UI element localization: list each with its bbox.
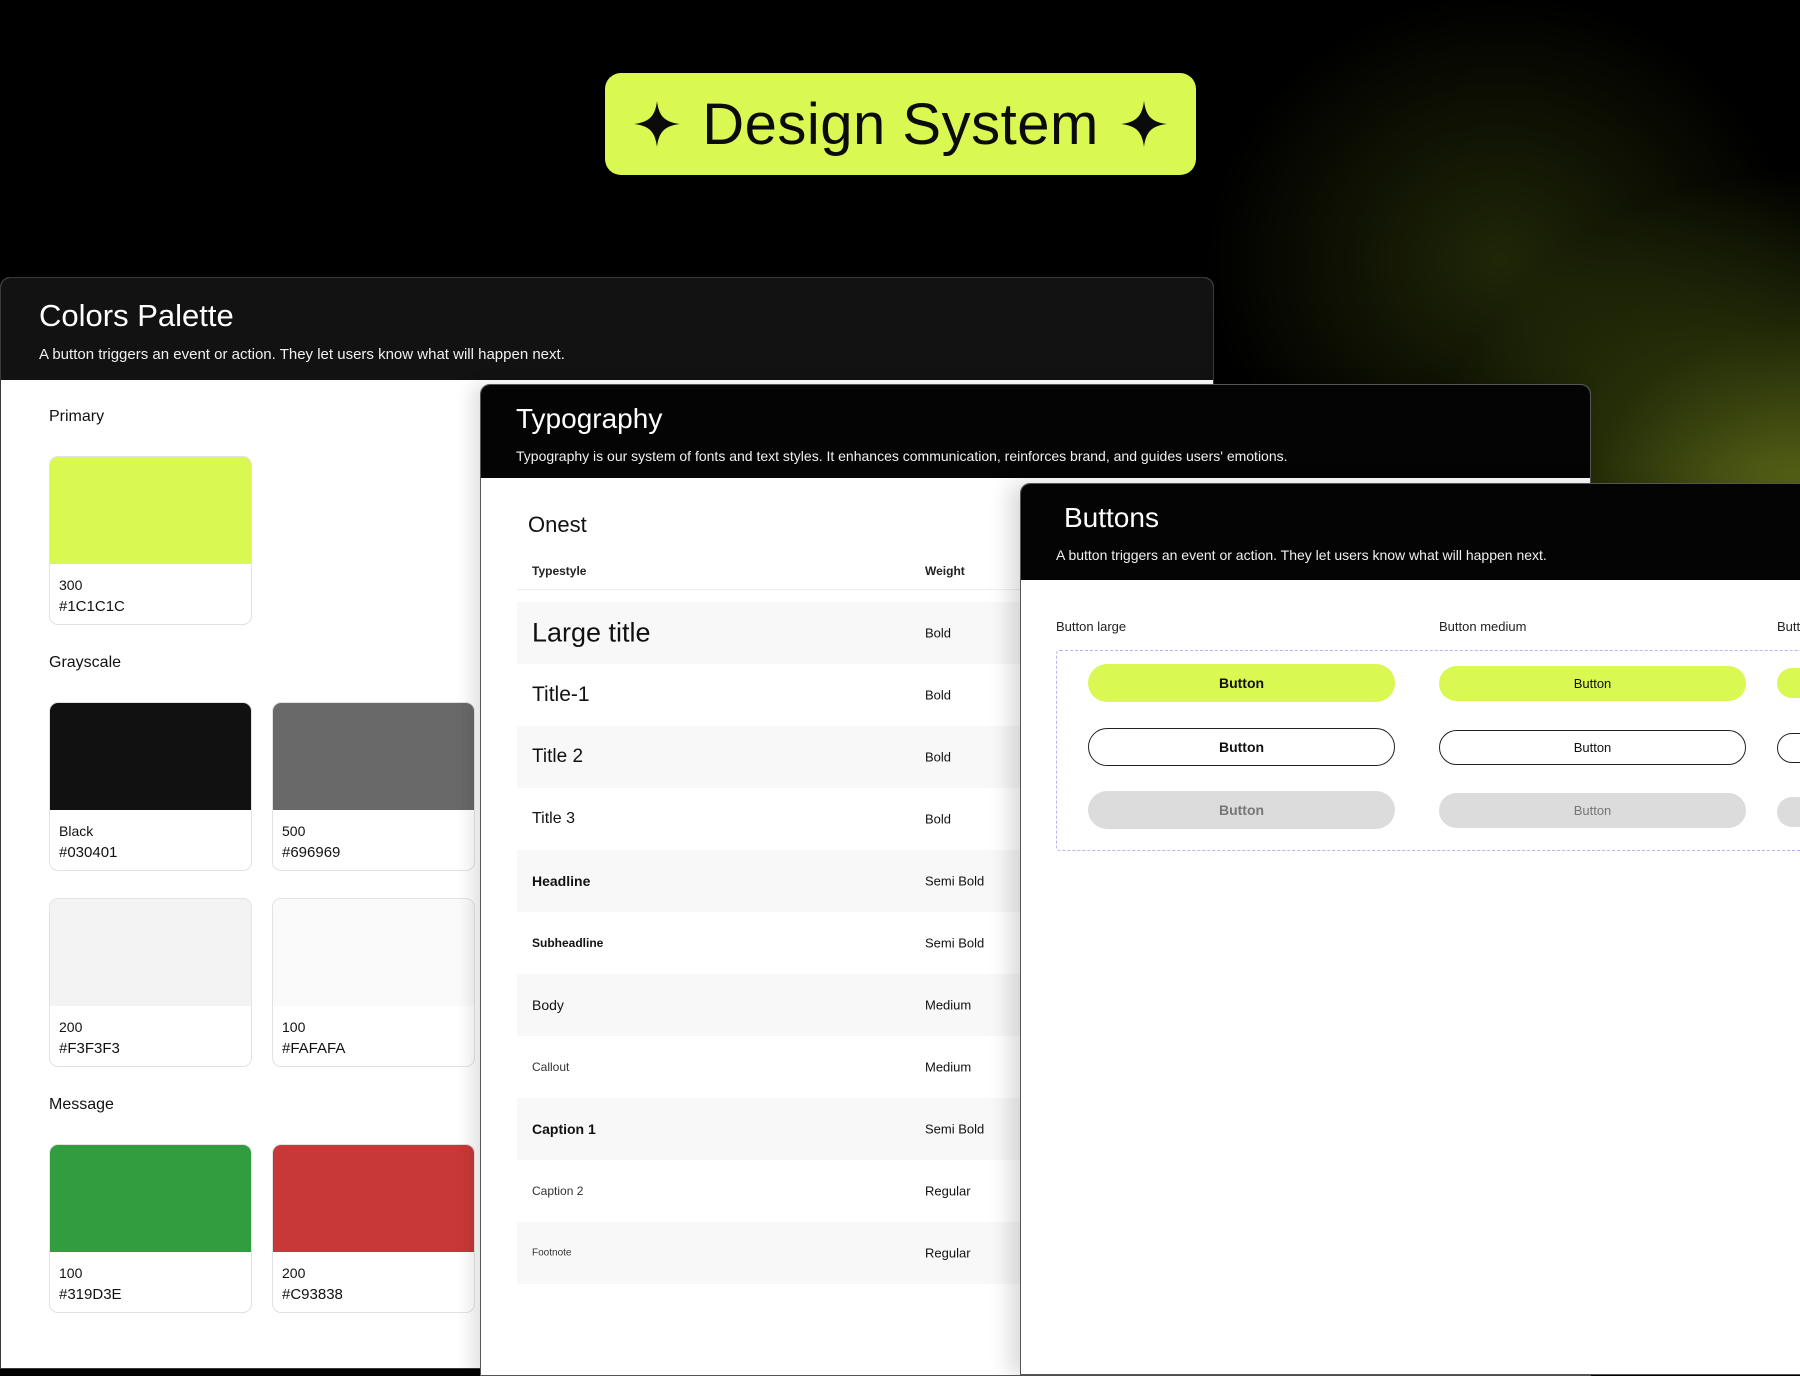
table-row: Headline Semi Bold — [517, 850, 1037, 912]
weight-label: Medium — [925, 1059, 972, 1075]
section-label-grayscale: Grayscale — [49, 654, 122, 671]
color-chip — [50, 703, 251, 810]
swatch-name: 300 — [59, 577, 83, 593]
buttons-panel-header: Buttons A button triggers an event or ac… — [1021, 484, 1800, 580]
weight-label: Bold — [925, 749, 952, 765]
typestyle-label: Body — [532, 997, 564, 1013]
sparkle-icon — [1120, 101, 1167, 147]
typestyle-label: Callout — [532, 1060, 570, 1074]
swatch-hex: #1C1C1C — [59, 598, 125, 615]
colors-panel-subtitle: A button triggers an event or action. Th… — [39, 346, 565, 363]
weight-label: Medium — [925, 997, 972, 1013]
table-row: Body Medium — [517, 974, 1037, 1036]
table-row: Title-1 Bold — [517, 664, 1037, 726]
button-small-outline[interactable] — [1777, 733, 1800, 763]
typography-panel-header: Typography Typography is our system of f… — [481, 385, 1590, 478]
color-chip — [50, 899, 251, 1006]
colors-panel-header: Colors Palette A button triggers an even… — [1, 278, 1213, 380]
table-row: Footnote Regular — [517, 1222, 1037, 1284]
table-row: Title 3 Bold — [517, 788, 1037, 850]
design-system-badge: Design System — [605, 73, 1196, 175]
swatch-gray-100[interactable]: 100 #FAFAFA — [272, 898, 475, 1067]
swatch-primary-300[interactable]: 300 #1C1C1C — [49, 456, 252, 625]
column-label-large: Button large — [1056, 619, 1127, 634]
typestyle-label: Caption 1 — [532, 1121, 596, 1137]
button-large-primary[interactable]: Button — [1088, 664, 1395, 702]
color-chip — [50, 457, 251, 564]
column-label-small: Butt — [1777, 619, 1800, 634]
table-row: Title 2 Bold — [517, 726, 1037, 788]
button-small-disabled[interactable] — [1777, 797, 1800, 827]
colors-panel-title: Colors Palette — [39, 298, 234, 333]
typestyle-label: Large title — [532, 617, 651, 648]
swatch-name: Black — [59, 823, 94, 839]
typography-panel-title: Typography — [516, 403, 663, 434]
button-small-primary[interactable] — [1777, 668, 1800, 698]
table-row: Callout Medium — [517, 1036, 1037, 1098]
button-medium-outline[interactable]: Button — [1439, 730, 1746, 765]
typestyle-label: Title 3 — [532, 810, 575, 827]
typography-panel-subtitle: Typography is our system of fonts and te… — [516, 448, 1288, 464]
weight-label: Bold — [925, 687, 952, 703]
header-divider — [517, 589, 1037, 590]
swatch-gray-500[interactable]: 500 #696969 — [272, 702, 475, 871]
button-medium-primary[interactable]: Button — [1439, 666, 1746, 701]
swatch-gray-black[interactable]: Black #030401 — [49, 702, 252, 871]
typestyle-label: Title-1 — [532, 683, 590, 706]
button-large-disabled[interactable]: Button — [1088, 791, 1395, 829]
weight-label: Regular — [925, 1245, 971, 1261]
column-label-medium: Button medium — [1439, 619, 1527, 634]
table-row: Caption 2 Regular — [517, 1160, 1037, 1222]
typestyle-label: Footnote — [532, 1247, 572, 1259]
header-typestyle: Typestyle — [532, 564, 587, 578]
swatch-name: 100 — [59, 1265, 83, 1281]
weight-label: Semi Bold — [925, 1121, 985, 1137]
color-chip — [273, 899, 474, 1006]
swatch-name: 500 — [282, 823, 306, 839]
weight-label: Bold — [925, 811, 952, 827]
swatch-hex: #319D3E — [59, 1286, 122, 1303]
weight-label: Semi Bold — [925, 873, 985, 889]
table-row: Large title Bold — [517, 602, 1037, 664]
swatch-hex: #F3F3F3 — [59, 1040, 120, 1057]
button-large-outline[interactable]: Button — [1088, 728, 1395, 766]
table-row: Caption 1 Semi Bold — [517, 1098, 1037, 1160]
hero-title: Design System — [702, 91, 1099, 157]
buttons-panel: Buttons A button triggers an event or ac… — [1020, 483, 1800, 1375]
font-family-name: Onest — [528, 512, 587, 537]
swatch-hex: #C93838 — [282, 1286, 343, 1303]
sparkle-icon — [634, 101, 681, 147]
typestyle-label: Caption 2 — [532, 1184, 584, 1198]
header-weight: Weight — [925, 564, 965, 578]
typestyle-label: Headline — [532, 873, 591, 889]
swatch-gray-200[interactable]: 200 #F3F3F3 — [49, 898, 252, 1067]
swatch-hex: #696969 — [282, 844, 341, 861]
swatch-name: 200 — [282, 1265, 306, 1281]
swatch-hex: #FAFAFA — [282, 1040, 346, 1057]
color-chip — [273, 703, 474, 810]
typestyle-label: Title 2 — [532, 746, 584, 767]
button-medium-disabled[interactable]: Button — [1439, 793, 1746, 828]
swatch-name: 100 — [282, 1019, 306, 1035]
swatch-message-200[interactable]: 200 #C93838 — [272, 1144, 475, 1313]
typestyle-label: Subheadline — [532, 936, 604, 950]
buttons-panel-title: Buttons — [1064, 502, 1159, 533]
weight-label: Regular — [925, 1183, 971, 1199]
section-label-primary: Primary — [49, 408, 105, 425]
weight-label: Bold — [925, 625, 952, 641]
swatch-hex: #030401 — [59, 844, 118, 861]
color-chip — [273, 1145, 474, 1252]
table-row: Subheadline Semi Bold — [517, 912, 1037, 974]
buttons-panel-subtitle: A button triggers an event or action. Th… — [1056, 547, 1547, 563]
color-chip — [50, 1145, 251, 1252]
swatch-message-100[interactable]: 100 #319D3E — [49, 1144, 252, 1313]
weight-label: Semi Bold — [925, 935, 985, 951]
section-label-message: Message — [49, 1096, 114, 1113]
swatch-name: 200 — [59, 1019, 83, 1035]
